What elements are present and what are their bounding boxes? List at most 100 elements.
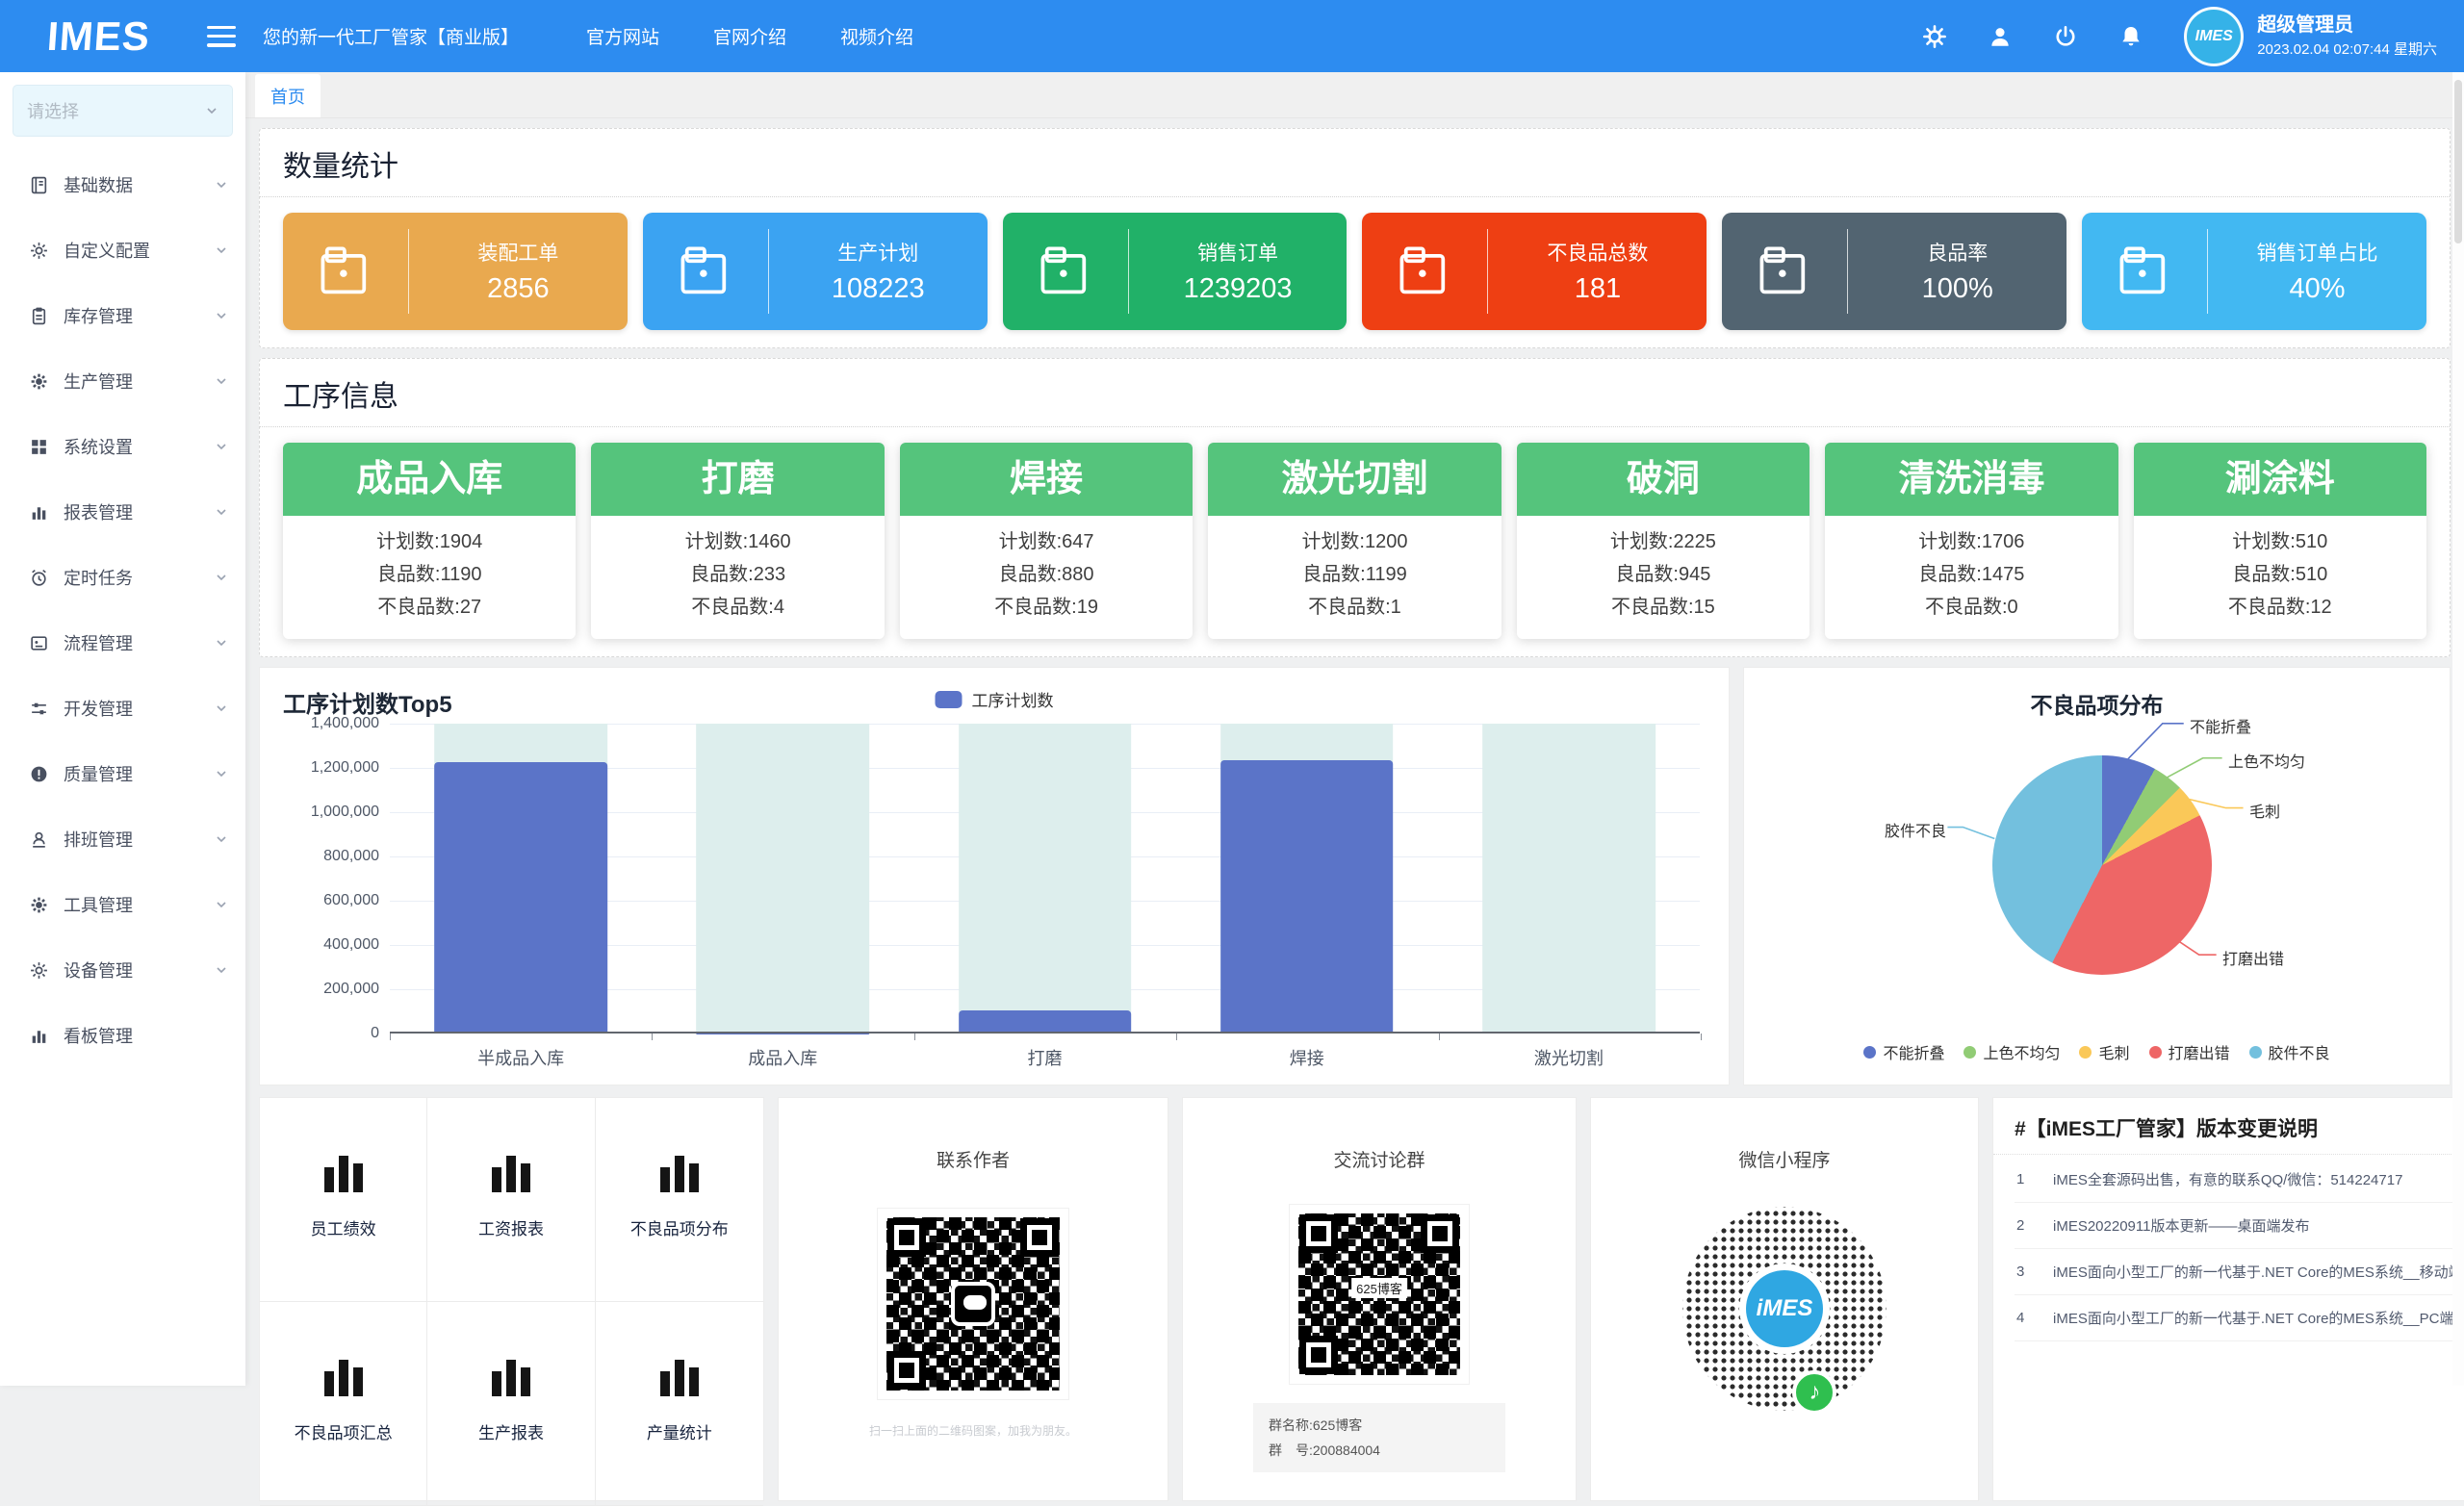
pie-legend-item[interactable]: 胶件不良 — [2249, 1040, 2330, 1063]
report-link-employee-performance[interactable]: 员工绩效 — [260, 1098, 427, 1302]
settings-icon — [29, 241, 49, 261]
pie-legend-item[interactable]: 上色不均匀 — [1964, 1040, 2060, 1063]
sidebar-item-kanban-mgmt[interactable]: 看板管理 — [0, 1003, 245, 1068]
chevron-down-icon — [215, 374, 228, 388]
nav-link-official-site[interactable]: 官方网站 — [586, 23, 659, 49]
sidebar-menu: 基础数据 自定义配置 库存管理 生产管理 系统设置 — [0, 146, 245, 1068]
menu-collapse-icon[interactable] — [207, 26, 236, 47]
mini-program-qr-code: iMES ♪ — [1682, 1207, 1886, 1411]
pie-slice-label: 打磨出错 — [2222, 946, 2284, 969]
sidebar-item-shift-mgmt[interactable]: 排班管理 — [0, 806, 245, 872]
nav-link-site-intro[interactable]: 官网介绍 — [713, 23, 786, 49]
x-category-label: 打磨 — [913, 1045, 1175, 1070]
pie-legend-item[interactable]: 不能折叠 — [1863, 1040, 1944, 1063]
process-card-header: 清洗消毒 — [1825, 443, 2118, 516]
sidebar-item-report-mgmt[interactable]: 报表管理 — [0, 479, 245, 545]
folder-icon — [677, 242, 734, 300]
sidebar-item-scheduled-tasks[interactable]: 定时任务 — [0, 545, 245, 610]
group-number: 群 号:200884004 — [1269, 1438, 1490, 1463]
plan-count: 计划数:647 — [900, 525, 1193, 558]
process-card-header: 焊接 — [900, 443, 1193, 516]
process-card: 清洗消毒 计划数:1706良品数:1475不良品数:0 — [1825, 443, 2118, 639]
tab-home[interactable]: 首页 — [255, 74, 321, 117]
process-section: 工序信息 成品入库 计划数:1904良品数:1190不良品数:27 打磨 计划数… — [259, 358, 2451, 657]
sidebar-item-quality-mgmt[interactable]: 质量管理 — [0, 741, 245, 806]
sidebar-item-production[interactable]: 生产管理 — [0, 348, 245, 414]
chevron-down-icon — [215, 963, 228, 977]
version-row[interactable]: 2iMES20220911版本更新——桌面端发布 — [2015, 1203, 2464, 1249]
chevron-down-icon — [215, 702, 228, 715]
stat-card: 装配工单2856 — [283, 213, 628, 330]
report-link-salary-report[interactable]: 工资报表 — [427, 1098, 595, 1302]
process-card-header: 破洞 — [1517, 443, 1810, 516]
process-card-header: 打磨 — [591, 443, 884, 516]
good-count: 良品数:510 — [2134, 558, 2426, 591]
good-count: 良品数:233 — [591, 558, 884, 591]
pie-legend-item[interactable]: 毛刺 — [2079, 1040, 2129, 1063]
stat-card: 销售订单1239203 — [1003, 213, 1348, 330]
sidebar-select[interactable]: 请选择 — [13, 85, 233, 137]
pie-slice-label: 不能折叠 — [2190, 714, 2251, 737]
bar-chart-card[interactable]: 工序计划数Top5 工序计划数 1,400,000 1,200,000 1,00… — [259, 667, 1730, 1085]
bad-count: 不良品数:12 — [2134, 591, 2426, 624]
chevron-down-icon — [215, 309, 228, 322]
bar-legend-swatch — [936, 691, 962, 708]
bar-chart-icon — [492, 1360, 530, 1396]
gear-icon — [29, 371, 49, 392]
bar-chart-legend[interactable]: 工序计划数 — [936, 687, 1054, 711]
contact-author-card: 联系作者 扫一扫上面的二维码图案，加我为朋友。 — [778, 1097, 1168, 1501]
sidebar-item-process-mgmt[interactable]: 流程管理 — [0, 610, 245, 676]
imes-logo-badge: iMES — [1746, 1270, 1823, 1347]
version-row[interactable]: 4iMES面向小型工厂的新一代基于.NET Core的MES系统__PC端 — [2015, 1295, 2464, 1341]
process-card: 涮涂料 计划数:510良品数:510不良品数:12 — [2134, 443, 2426, 639]
stat-value: 108223 — [832, 273, 925, 305]
avatar[interactable]: IMES — [2184, 7, 2244, 66]
sidebar-item-tool-mgmt[interactable]: 工具管理 — [0, 872, 245, 937]
wechat-bubble-icon — [951, 1282, 995, 1326]
bad-count: 不良品数:15 — [1517, 591, 1810, 624]
sidebar-item-custom-config[interactable]: 自定义配置 — [0, 217, 245, 283]
stat-value: 100% — [1922, 273, 1993, 305]
chevron-down-icon — [215, 636, 228, 650]
sidebar-item-inventory[interactable]: 库存管理 — [0, 283, 245, 348]
bad-count: 不良品数:0 — [1825, 591, 2118, 624]
process-card: 成品入库 计划数:1904良品数:1190不良品数:27 — [283, 443, 576, 639]
user-icon[interactable] — [1988, 24, 2013, 49]
stamp-icon — [29, 830, 49, 850]
stat-card: 良品率100% — [1722, 213, 2066, 330]
report-link-defect-summary[interactable]: 不良品项汇总 — [260, 1302, 427, 1506]
report-link-defect-distribution[interactable]: 不良品项分布 — [596, 1098, 763, 1302]
report-link-production-report[interactable]: 生产报表 — [427, 1302, 595, 1506]
stat-label: 生产计划 — [837, 238, 918, 267]
flow-card-icon — [29, 633, 49, 653]
good-count: 良品数:1190 — [283, 558, 576, 591]
process-card-header: 涮涂料 — [2134, 443, 2426, 516]
sidebar-item-system-settings[interactable]: 系统设置 — [0, 414, 245, 479]
pie-legend-item[interactable]: 打磨出错 — [2149, 1040, 2230, 1063]
version-row[interactable]: 1iMES全套源码出售，有意的联系QQ/微信：514224717 — [2015, 1157, 2464, 1203]
bar-chart-plot — [390, 724, 1700, 1034]
process-card: 焊接 计划数:647良品数:880不良品数:19 — [900, 443, 1193, 639]
pie-chart-card[interactable]: 不良品项分布 不能折叠 上色不均匀 毛刺 打磨出错 胶件不良 不能折叠 上色不均… — [1743, 667, 2451, 1085]
top-header: IMES 您的新一代工厂管家【商业版】 官方网站 官网介绍 视频介绍 IMES … — [0, 0, 2464, 72]
scrollbar[interactable] — [2452, 72, 2464, 1386]
process-card: 破洞 计划数:2225良品数:945不良品数:15 — [1517, 443, 1810, 639]
bar-column — [652, 724, 913, 1034]
stat-label: 销售订单占比 — [2257, 238, 2378, 267]
scrollbar-thumb[interactable] — [2454, 80, 2462, 243]
power-icon[interactable] — [2053, 24, 2078, 49]
nav-link-video-intro[interactable]: 视频介绍 — [840, 23, 913, 49]
version-row[interactable]: 3iMES面向小型工厂的新一代基于.NET Core的MES系统__移动端 — [2015, 1249, 2464, 1295]
contact-qr-code — [878, 1209, 1068, 1399]
folder-icon — [2116, 242, 2173, 300]
sidebar-item-dev-mgmt[interactable]: 开发管理 — [0, 676, 245, 741]
stat-value: 1239203 — [1184, 273, 1293, 305]
gear-icon[interactable] — [1922, 24, 1947, 49]
report-link-output-statistics[interactable]: 产量统计 — [596, 1302, 763, 1506]
stat-card: 销售订单占比40% — [2082, 213, 2426, 330]
bell-icon[interactable] — [2118, 24, 2143, 49]
bad-count: 不良品数:4 — [591, 591, 884, 624]
mini-program-title: 微信小程序 — [1591, 1146, 1978, 1172]
sidebar-item-basic-data[interactable]: 基础数据 — [0, 152, 245, 217]
sidebar-item-equipment-mgmt[interactable]: 设备管理 — [0, 937, 245, 1003]
